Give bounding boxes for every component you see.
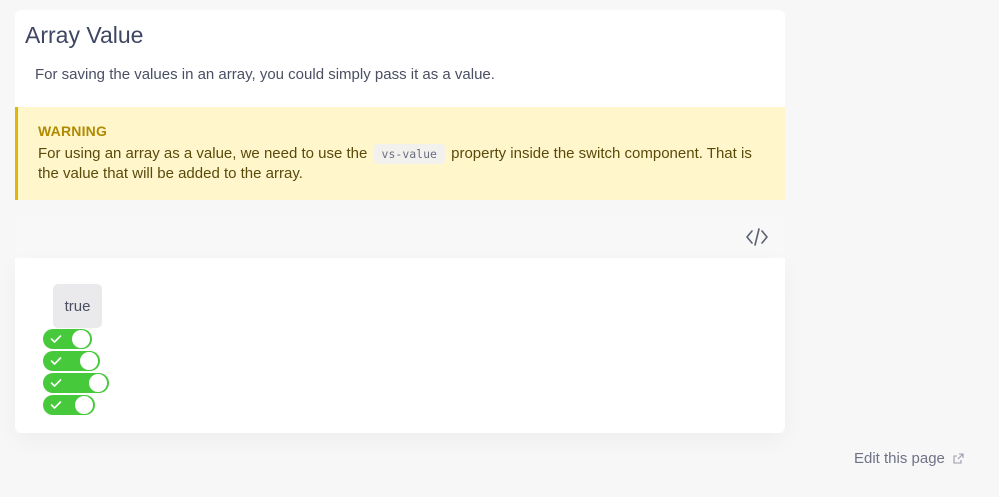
code-icon[interactable]: [745, 226, 769, 248]
warning-box: WARNING For using an array as a value, w…: [15, 107, 785, 200]
check-icon: [50, 335, 62, 343]
external-link-icon: [953, 453, 964, 464]
content-card: Array Value For saving the values in an …: [15, 10, 785, 200]
docs-page: Array Value For saving the values in an …: [0, 0, 999, 497]
switch-4[interactable]: [43, 395, 95, 415]
inline-code: vs-value: [373, 144, 445, 164]
switch-1[interactable]: [43, 329, 92, 349]
section-title: Array Value: [25, 22, 144, 48]
switch-knob: [72, 330, 90, 348]
switch-knob: [89, 374, 107, 392]
warning-text-before: For using an array as a value, we need t…: [38, 145, 368, 162]
edit-page-link[interactable]: Edit this page: [854, 450, 964, 467]
switch-3[interactable]: [43, 373, 109, 393]
warning-title: WARNING: [38, 123, 108, 139]
demo-toolbar: [15, 216, 785, 258]
edit-page-label: Edit this page: [854, 450, 945, 467]
demo-area: true: [15, 258, 785, 433]
check-icon: [50, 357, 62, 365]
section-intro: For saving the values in an array, you c…: [35, 66, 495, 83]
check-icon: [50, 379, 62, 387]
switch-2[interactable]: [43, 351, 100, 371]
array-value-display: true: [53, 284, 102, 328]
switch-knob: [75, 396, 93, 414]
check-icon: [50, 401, 62, 409]
switch-knob: [80, 352, 98, 370]
warning-text: For using an array as a value, we need t…: [38, 144, 765, 184]
